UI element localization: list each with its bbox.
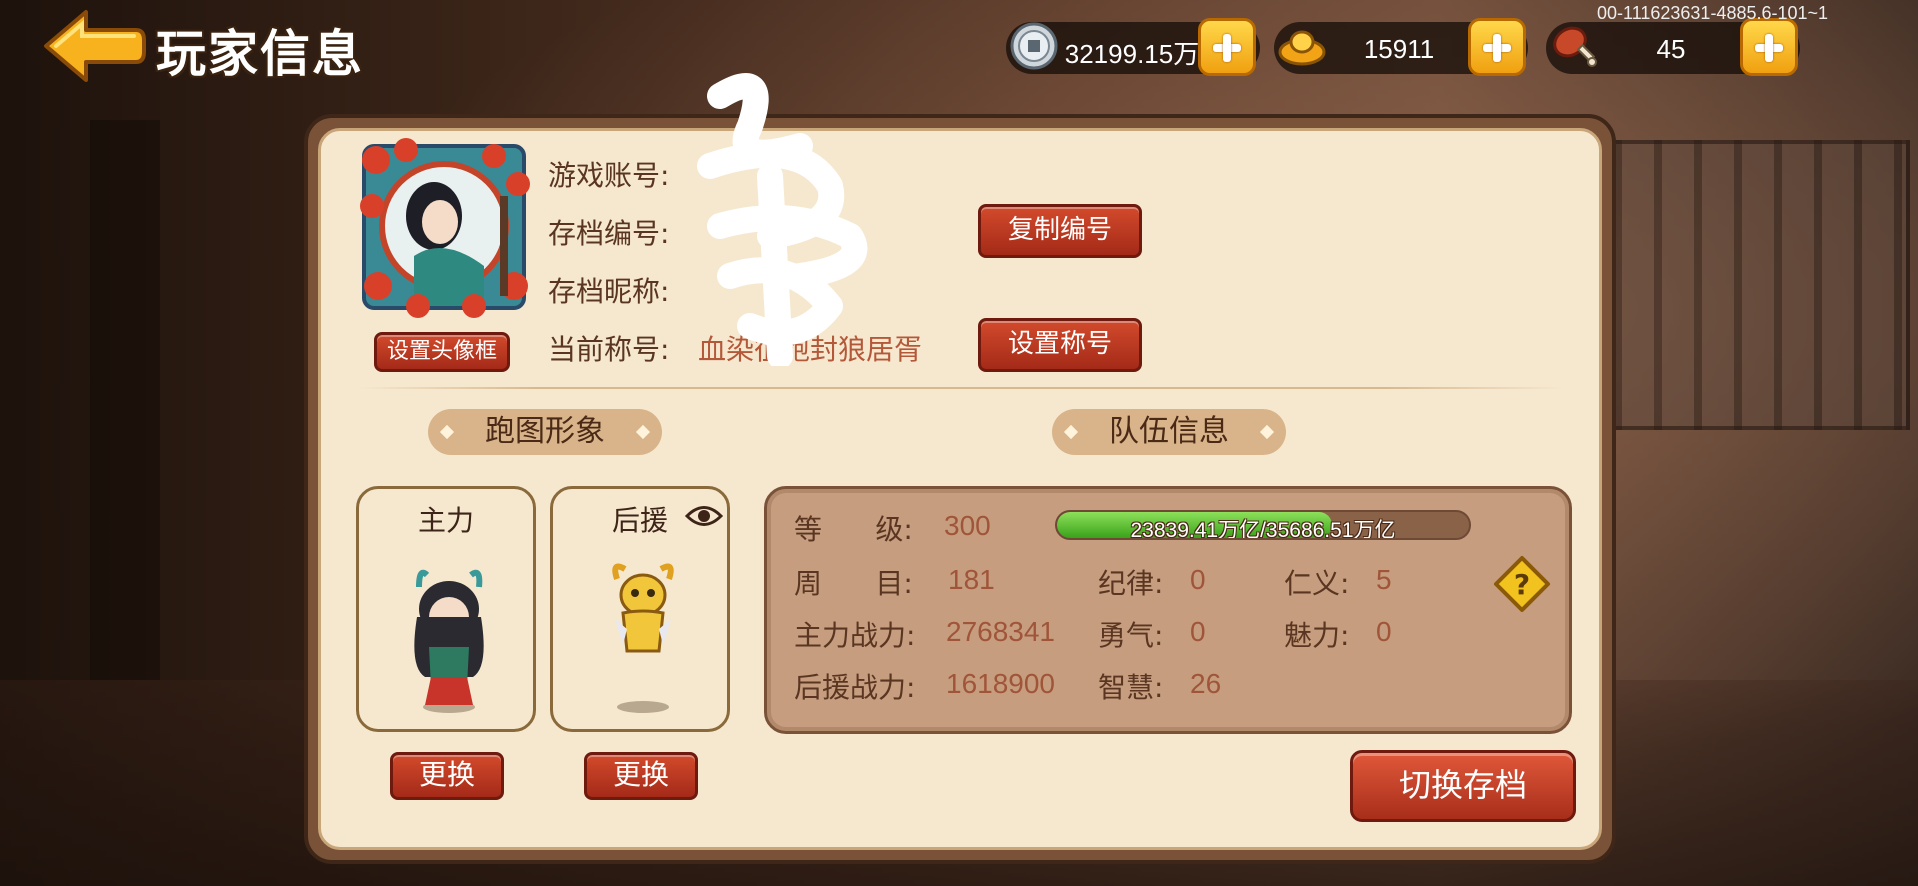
divider <box>356 387 1566 389</box>
save-id-label: 存档编号: <box>548 217 670 250</box>
current-title-label: 当前称号: <box>548 333 670 366</box>
experience-text: 23839.41万亿/35686.51万亿 <box>1130 519 1396 540</box>
section-team-info: 队伍信息 <box>1052 409 1286 455</box>
support-power-label: 后援战力: <box>794 671 916 704</box>
section-map-image-label: 跑图形象 <box>485 414 605 449</box>
add-silver-button[interactable] <box>1198 18 1256 76</box>
avatar[interactable] <box>354 136 534 318</box>
cycle-value: 181 <box>948 564 995 595</box>
cycle-label: 周 目: <box>794 567 913 600</box>
currency-stamina-value: 45 <box>1656 34 1686 64</box>
wisdom-label: 智慧: <box>1098 671 1164 704</box>
discipline-value: 0 <box>1190 564 1206 595</box>
add-stamina-button[interactable] <box>1740 18 1798 76</box>
background-pillar <box>90 120 160 680</box>
main-character-card[interactable]: 主力 <box>356 486 536 732</box>
svg-text:?: ? <box>1514 568 1530 601</box>
set-avatar-frame-button[interactable]: 设置头像框 <box>374 332 510 372</box>
support-power-value: 1618900 <box>946 668 1056 699</box>
support-character-card[interactable]: 后援 <box>550 486 730 732</box>
switch-save-button[interactable]: 切换存档 <box>1350 750 1576 822</box>
tag-dot-right <box>635 424 651 440</box>
nickname-label: 存档昵称: <box>548 275 670 308</box>
charm-value: 0 <box>1376 616 1392 647</box>
section-team-info-label: 队伍信息 <box>1109 414 1229 449</box>
wisdom-value: 26 <box>1190 668 1222 699</box>
courage-label: 勇气: <box>1098 619 1164 652</box>
main-character-label: 主力 <box>417 504 474 537</box>
level-value: 300 <box>944 510 991 541</box>
copy-save-id-button[interactable]: 复制编号 <box>978 204 1142 258</box>
tag-dot-right <box>1259 424 1275 440</box>
currency-gold: 15911 <box>1274 18 1528 76</box>
currency-stamina: 45 <box>1546 18 1800 76</box>
section-map-image: 跑图形象 <box>428 409 662 455</box>
main-power-label: 主力战力: <box>794 619 916 652</box>
set-title-button[interactable]: 设置称号 <box>978 318 1142 372</box>
charm-label: 魅力: <box>1284 619 1350 652</box>
main-character-sprite <box>414 569 484 713</box>
level-label: 等 级: <box>794 513 913 546</box>
change-support-button[interactable]: 更换 <box>584 752 698 800</box>
currency-silver: 32199.15万 <box>1006 18 1260 76</box>
back-arrow-icon[interactable] <box>42 8 146 84</box>
help-icon[interactable]: ? <box>1492 554 1552 614</box>
currency-gold-value: 15911 <box>1363 34 1435 64</box>
experience-bar: 23839.41万亿/35686.51万亿 <box>1055 510 1471 540</box>
eye-icon[interactable] <box>685 503 723 529</box>
add-gold-button[interactable] <box>1468 18 1526 76</box>
coin-icon <box>1010 22 1058 70</box>
tag-dot-left <box>439 424 455 440</box>
currency-silver-value: 32199.15万 <box>1064 39 1200 69</box>
gold-ingot-icon <box>1278 30 1326 66</box>
account-label: 游戏账号: <box>548 159 670 192</box>
benevolence-label: 仁义: <box>1284 567 1350 600</box>
discipline-label: 纪律: <box>1098 567 1164 600</box>
page-title: 玩家信息 <box>156 25 364 83</box>
tag-dot-left <box>1063 424 1079 440</box>
support-character-sprite <box>612 563 674 713</box>
main-power-value: 2768341 <box>946 616 1056 647</box>
meat-icon <box>1553 26 1597 67</box>
background-screen <box>1610 140 1910 430</box>
redaction-scribble <box>697 73 868 366</box>
benevolence-value: 5 <box>1376 564 1392 595</box>
change-main-button[interactable]: 更换 <box>390 752 504 800</box>
courage-value: 0 <box>1190 616 1206 647</box>
version-text: 00-111623631-4885.6-101~1 <box>1597 3 1829 23</box>
